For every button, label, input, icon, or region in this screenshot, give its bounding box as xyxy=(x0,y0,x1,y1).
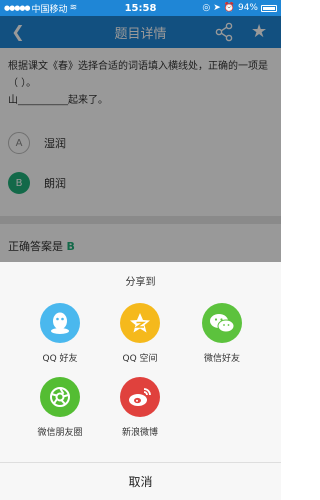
weibo-icon xyxy=(120,377,160,417)
modal-overlay[interactable] xyxy=(0,16,281,262)
share-qq-friend[interactable]: QQ 好友 xyxy=(20,303,100,364)
share-qq-friend-label: QQ 好友 xyxy=(42,354,78,364)
share-wechat-moments[interactable]: 微信朋友圈 xyxy=(20,377,100,438)
qq-icon xyxy=(40,303,80,343)
moments-icon xyxy=(40,377,80,417)
cancel-button[interactable]: 取消 xyxy=(0,463,281,500)
status-time: 15:58 xyxy=(124,2,157,14)
battery-icon xyxy=(261,4,277,12)
share-sheet: 分享到 QQ 好友 QQ 空间 微信好友 微信朋友圈 新浪微博 取消 xyxy=(0,262,281,500)
share-sina-weibo[interactable]: 新浪微博 xyxy=(100,377,180,438)
status-bar: ●●●●● 中国移动 ≋ 15:58 ◎ ➤ ⏰ 94% xyxy=(0,0,281,16)
share-wechat-friend[interactable]: 微信好友 xyxy=(182,303,262,364)
share-wechat-moments-label: 微信朋友圈 xyxy=(37,428,83,438)
share-sheet-title: 分享到 xyxy=(125,277,156,288)
share-sina-weibo-label: 新浪微博 xyxy=(121,428,158,438)
share-qq-zone[interactable]: QQ 空间 xyxy=(100,303,180,364)
share-wechat-friend-label: 微信好友 xyxy=(203,354,240,364)
wechat-icon xyxy=(202,303,242,343)
share-qq-zone-label: QQ 空间 xyxy=(122,354,158,364)
qzone-icon xyxy=(120,303,160,343)
